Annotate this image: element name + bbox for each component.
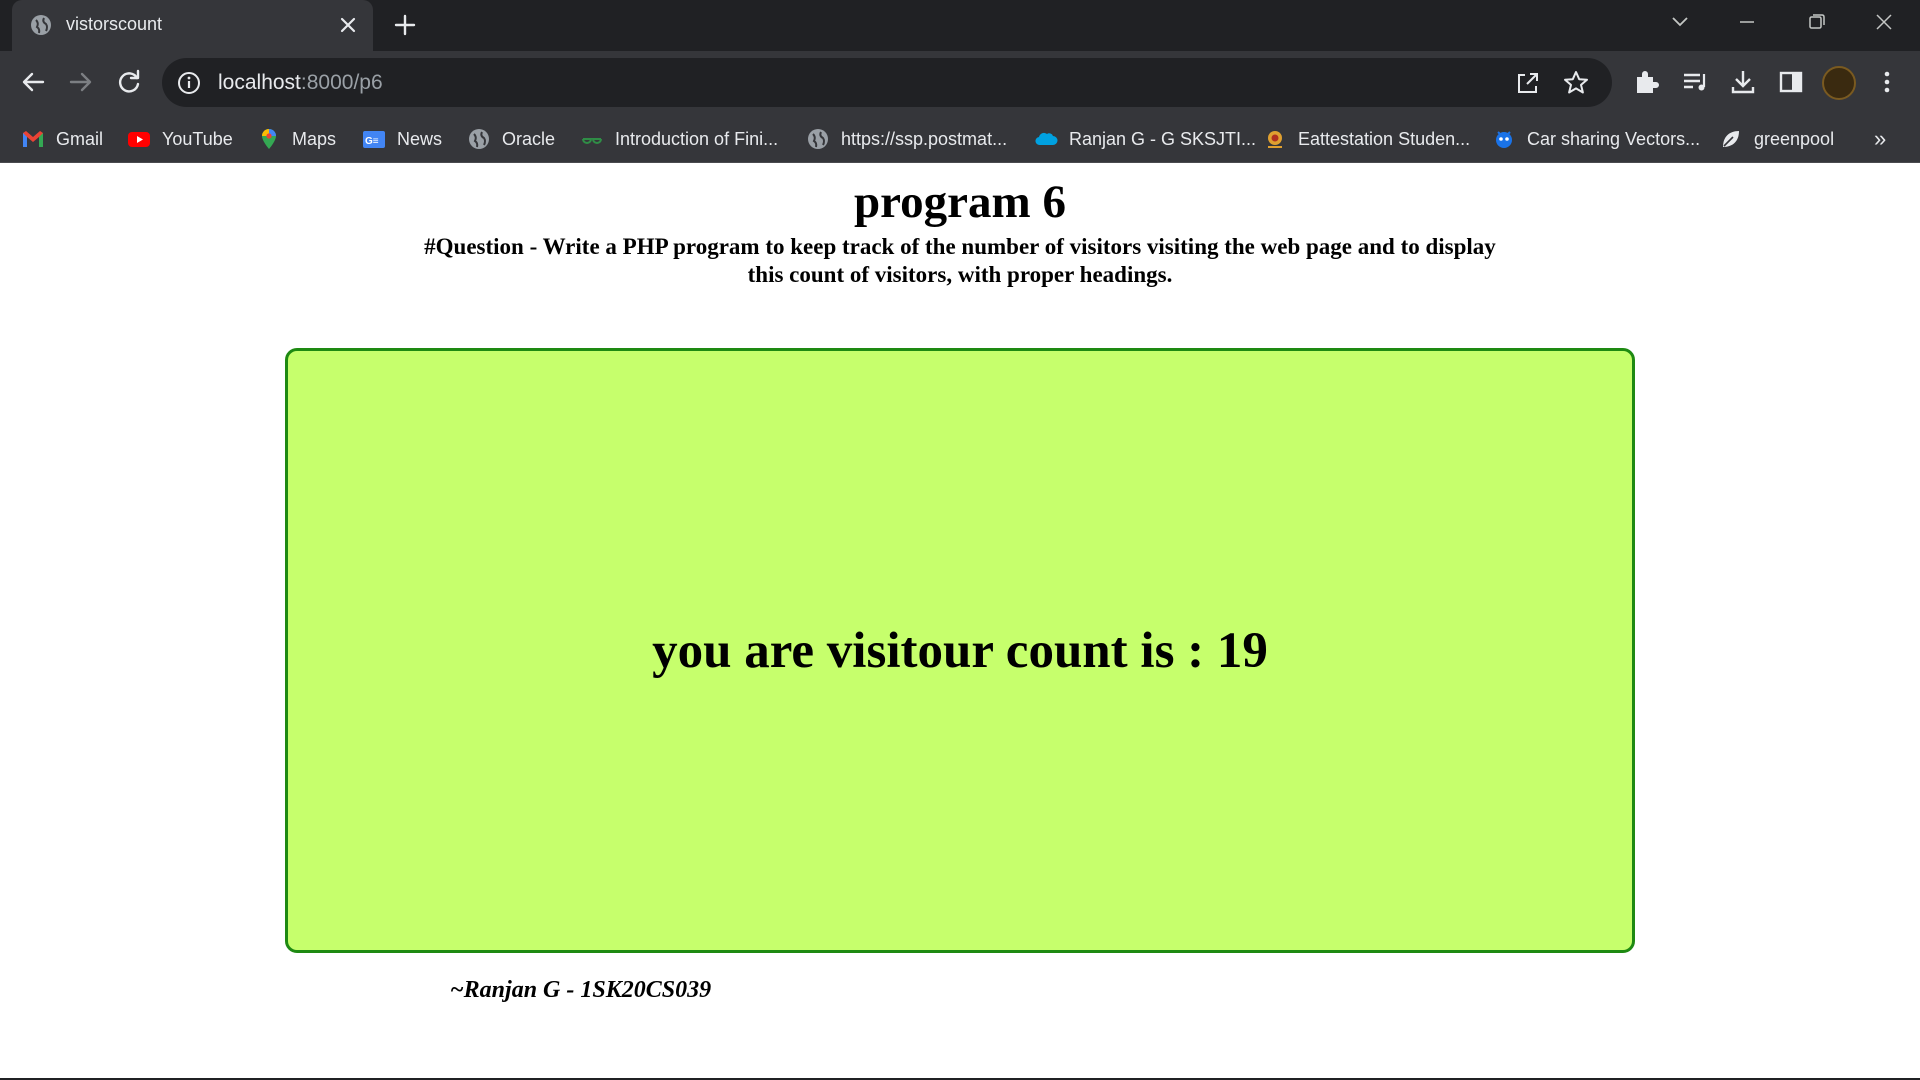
salesforce-cloud-icon (1035, 132, 1058, 146)
bookmark-gmail[interactable]: Gmail (21, 125, 103, 153)
bookmark-label: Ranjan G - G SKSJTI... (1069, 128, 1257, 149)
bookmark-salesforce[interactable]: Ranjan G - G SKSJTI... (1034, 125, 1256, 153)
globe-icon (469, 129, 489, 149)
bookmark-label: Eattestation Studen... (1298, 128, 1471, 149)
page-content: program 6 #Question - Write a PHP progra… (0, 163, 1920, 1080)
minimize-icon[interactable] (1729, 8, 1765, 36)
profile-avatar[interactable] (1822, 66, 1856, 100)
bookmark-greenpool[interactable]: greenpool (1719, 125, 1834, 153)
news-icon: G≡ (363, 131, 385, 148)
new-tab-icon[interactable] (392, 12, 418, 38)
more-bookmarks-button[interactable]: » (1874, 126, 1886, 152)
tab-search-icon[interactable] (1662, 8, 1698, 36)
visitor-count-box: you are visitour count is : 19 (285, 348, 1635, 953)
forward-icon[interactable] (65, 66, 97, 98)
bookmark-label: News (397, 128, 443, 149)
bookmark-label: Maps (292, 128, 337, 149)
page-title: program 6 (854, 176, 1066, 228)
tab-strip: vistorscount (0, 0, 1920, 51)
url-path: :8000/p6 (300, 71, 383, 94)
bookmark-youtube[interactable]: YouTube (127, 125, 233, 153)
bookmark-label: Car sharing Vectors... (1527, 128, 1701, 149)
bookmark-car-sharing[interactable]: Car sharing Vectors... (1492, 125, 1700, 153)
globe-icon (808, 129, 828, 149)
bookmark-maps[interactable]: Maps (257, 125, 336, 153)
question-line-1: #Question - Write a PHP program to keep … (424, 234, 1496, 259)
author-signature: ~Ranjan G - 1SK20CS039 (450, 977, 712, 1003)
close-window-icon[interactable] (1866, 8, 1902, 36)
bookmark-label: greenpool (1754, 128, 1835, 149)
gfg-icon (582, 138, 602, 144)
tab-title: vistorscount (66, 14, 163, 34)
url-text[interactable]: localhost:8000/p6 (218, 71, 383, 95)
visitor-count-text: you are visitour count is : 19 (652, 622, 1268, 679)
bookmark-label: Oracle (502, 128, 556, 149)
address-bar[interactable]: localhost:8000/p6 (162, 58, 1612, 107)
browser-toolbar: localhost:8000/p6 (0, 51, 1920, 114)
reload-icon[interactable] (113, 66, 145, 98)
side-panel-icon[interactable] (1775, 66, 1807, 98)
question-text: #Question - Write a PHP program to keep … (390, 233, 1530, 289)
bookmark-eattestation[interactable]: Eattestation Studen... (1263, 125, 1470, 153)
url-host: localhost (218, 71, 301, 94)
vector-icon (1496, 131, 1512, 148)
youtube-icon (128, 132, 150, 147)
bookmarks-bar: Gmail YouTube Maps G≡ News Oracle Introd… (0, 114, 1920, 163)
more-menu-icon[interactable] (1871, 66, 1903, 98)
close-icon[interactable] (335, 12, 361, 38)
leaf-icon (1723, 131, 1739, 147)
restore-icon[interactable] (1798, 8, 1834, 36)
bookmark-oracle[interactable]: Oracle (467, 125, 555, 153)
bookmark-star-icon[interactable] (1562, 69, 1590, 97)
bookmark-postmatric[interactable]: https://ssp.postmat... (806, 125, 1007, 153)
gmail-icon (23, 131, 43, 147)
maps-icon (262, 129, 276, 149)
svg-text:G≡: G≡ (365, 136, 379, 147)
bookmark-news[interactable]: G≡ News (362, 125, 442, 153)
bookmark-label: Gmail (56, 128, 104, 149)
browser-tab[interactable]: vistorscount (12, 0, 373, 51)
bookmark-gfg[interactable]: Introduction of Fini... (580, 125, 778, 153)
emblem-icon (1268, 131, 1282, 148)
media-control-icon[interactable] (1679, 66, 1711, 98)
bookmark-label: YouTube (162, 128, 233, 149)
download-icon[interactable] (1727, 66, 1759, 98)
share-icon[interactable] (1514, 69, 1542, 97)
bookmark-label: Introduction of Fini... (615, 128, 779, 149)
site-info-icon[interactable] (176, 70, 202, 96)
back-icon[interactable] (17, 66, 49, 98)
bookmark-label: https://ssp.postmat... (841, 128, 1008, 149)
extensions-icon[interactable] (1631, 66, 1663, 98)
question-line-2: this count of visitors, with proper head… (747, 262, 1173, 287)
globe-icon (31, 15, 51, 35)
